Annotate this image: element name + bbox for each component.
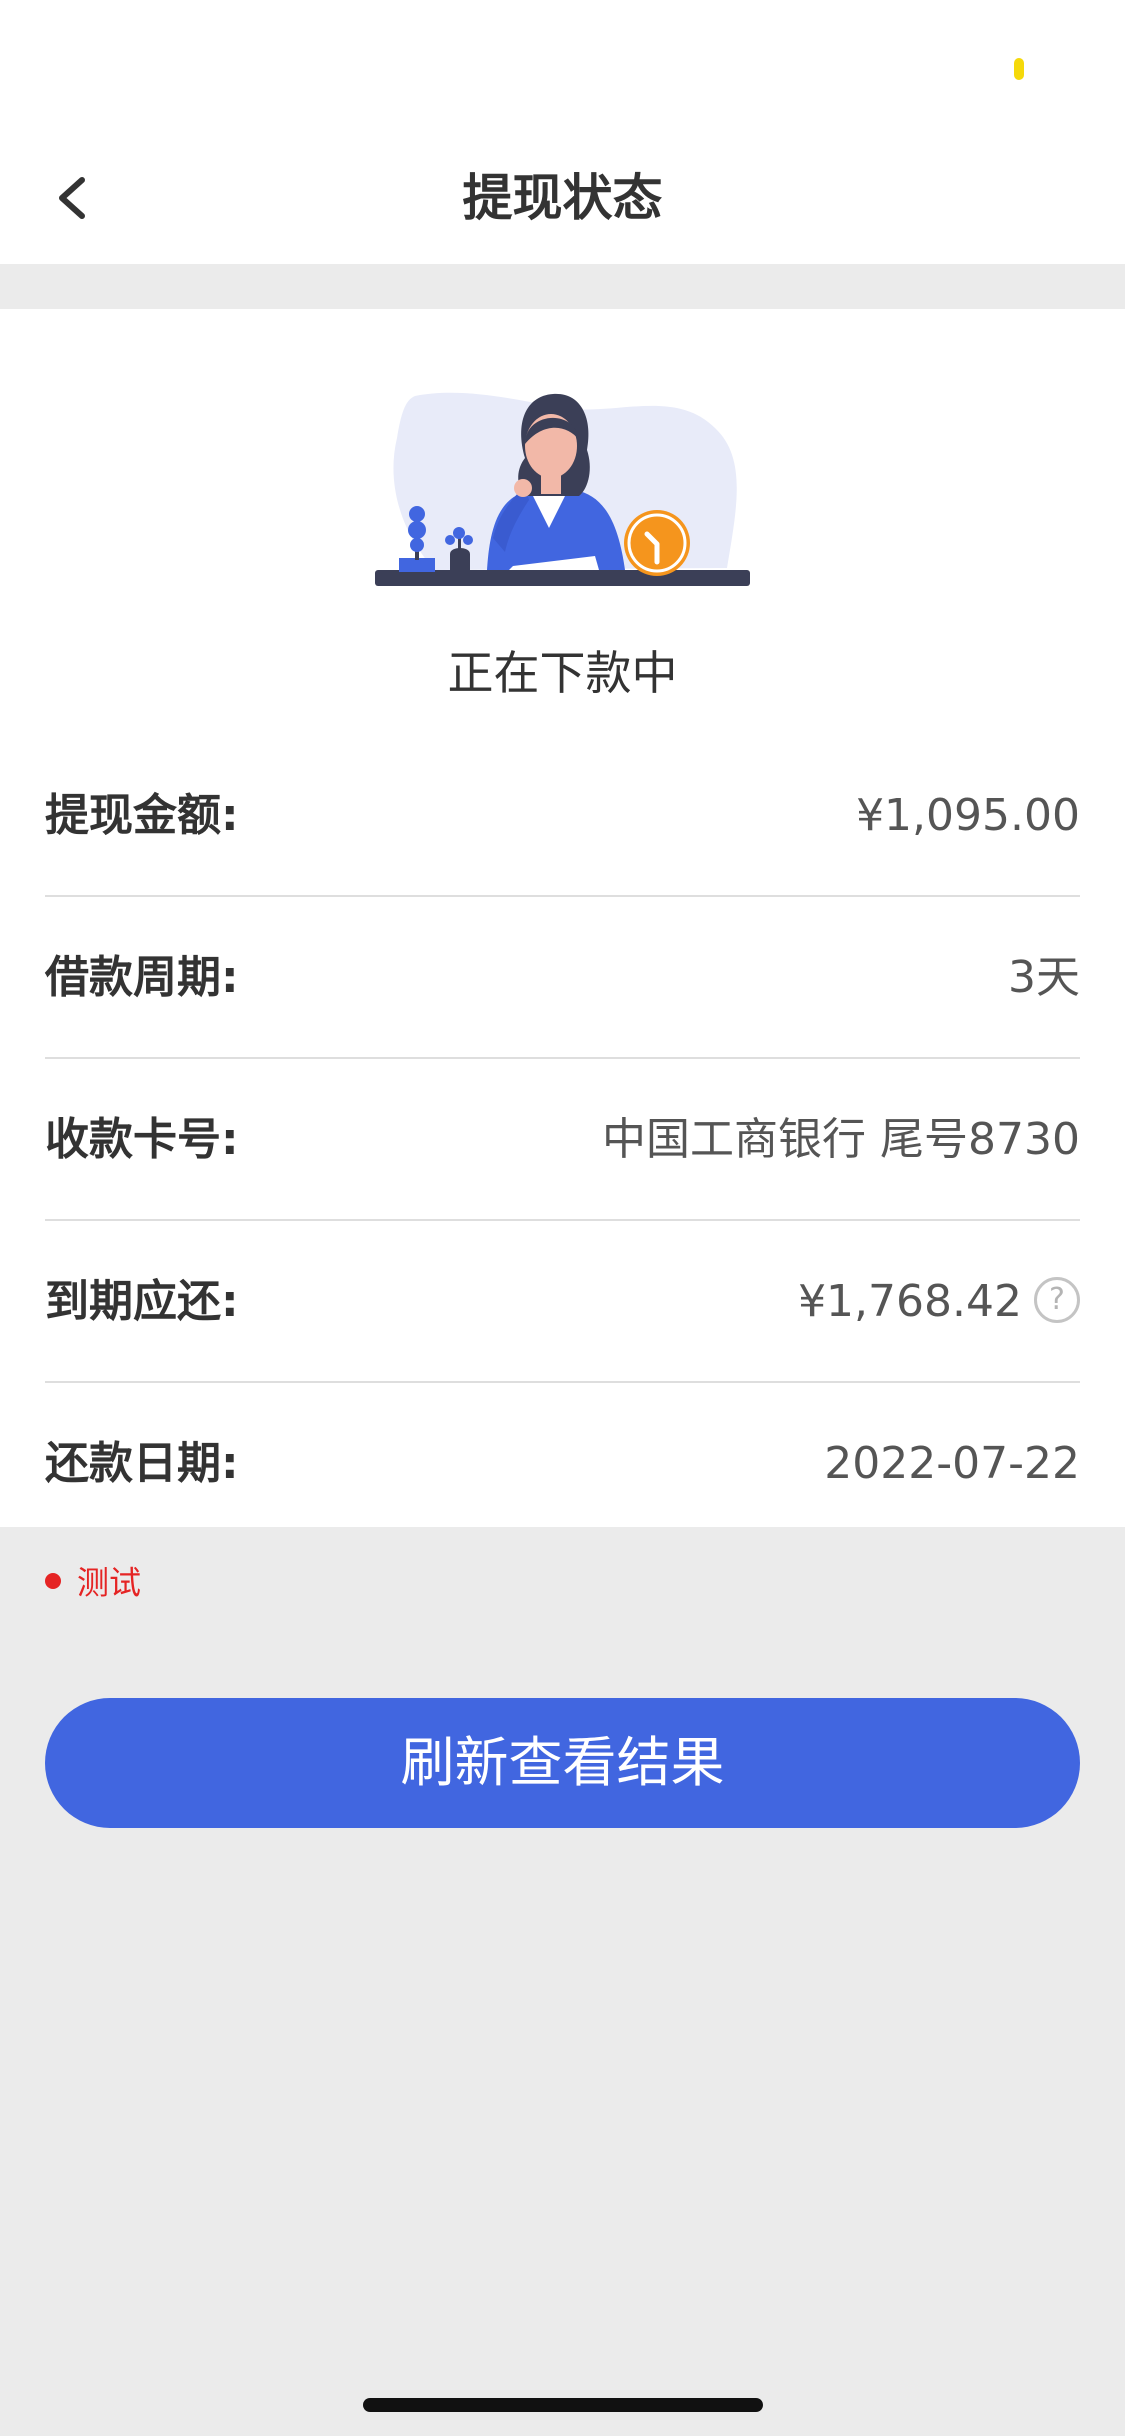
status-bar — [0, 0, 1125, 132]
detail-row-repayment-date: 还款日期: 2022-07-22 — [45, 1383, 1080, 1545]
refresh-result-button[interactable]: 刷新查看结果 — [45, 1698, 1080, 1828]
navigation-bar: 提现状态 — [0, 132, 1125, 264]
detail-label: 收款卡号: — [45, 1114, 239, 1165]
detail-label: 借款周期: — [45, 952, 239, 1003]
status-indicator-dot — [1014, 58, 1024, 80]
detail-row-receiving-card: 收款卡号: 中国工商银行 尾号8730 — [45, 1059, 1080, 1221]
detail-list: 提现金额: ¥1,095.00 借款周期: 3天 收款卡号: 中国工商银行 尾号… — [45, 735, 1080, 1545]
red-dot-icon — [45, 1572, 61, 1589]
page-title: 提现状态 — [462, 169, 663, 227]
home-indicator[interactable] — [363, 2398, 763, 2412]
withdrawal-status-text: 正在下款中 — [447, 646, 678, 700]
detail-value: 中国工商银行 尾号8730 — [602, 1114, 1080, 1165]
detail-value-with-help: ¥1,768.42? — [798, 1221, 1080, 1383]
detail-label: 还款日期: — [45, 1438, 239, 1489]
chevron-left-icon — [59, 177, 85, 219]
detail-row-amount-due: 到期应还: ¥1,768.42? — [45, 1221, 1080, 1383]
test-note: 测试 — [45, 1560, 141, 1604]
back-button[interactable] — [36, 160, 112, 236]
detail-row-loan-period: 借款周期: 3天 — [45, 897, 1080, 1059]
detail-value: ¥1,095.00 — [856, 790, 1080, 841]
detail-label: 提现金额: — [45, 790, 239, 841]
note-text: 测试 — [77, 1563, 142, 1602]
question-circle-icon[interactable]: ? — [1034, 1277, 1080, 1323]
detail-value: 3天 — [1008, 952, 1080, 1003]
waiting-woman-clock-illustration — [375, 392, 750, 586]
detail-label: 到期应还: — [45, 1276, 239, 1327]
detail-row-withdrawal-amount: 提现金额: ¥1,095.00 — [45, 735, 1080, 897]
detail-value: ¥1,768.42 — [798, 1276, 1022, 1327]
withdrawal-status-card: 正在下款中 提现金额: ¥1,095.00 借款周期: 3天 收款卡号: 中国工… — [0, 309, 1125, 1527]
detail-value: 2022-07-22 — [824, 1438, 1080, 1489]
